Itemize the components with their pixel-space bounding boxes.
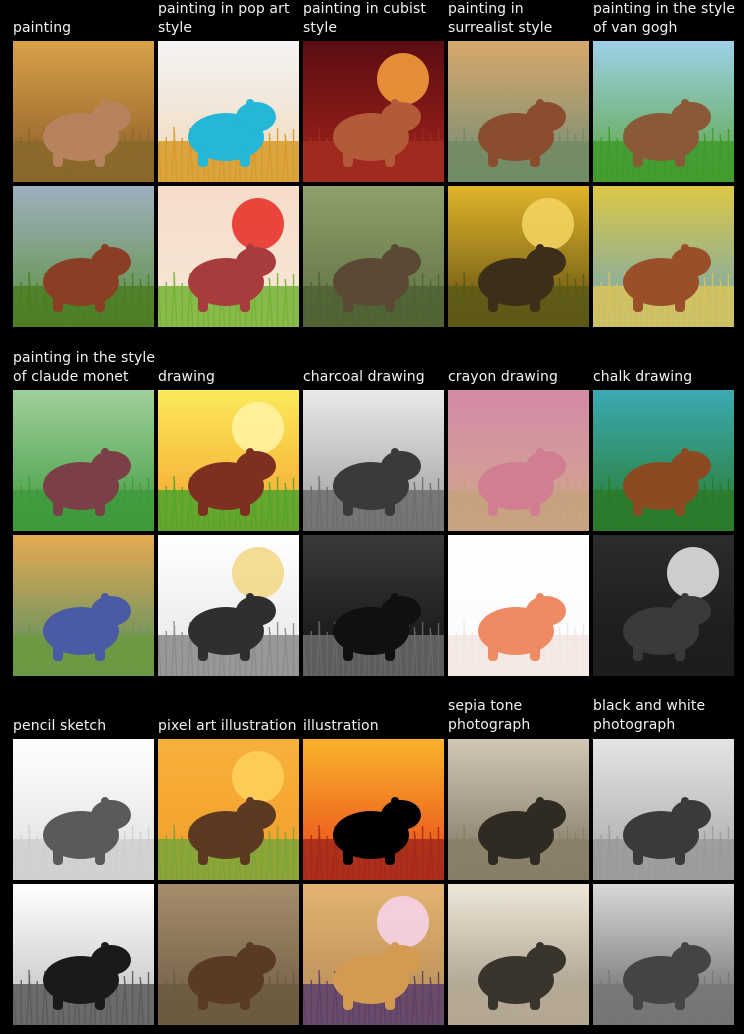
capybara-crayon-icon	[448, 535, 589, 676]
capybara-cubist-icon	[303, 186, 444, 327]
capybara-sepia-icon	[448, 739, 589, 880]
image-tile	[593, 390, 734, 531]
capybara-van-gogh-icon	[593, 41, 734, 182]
caption-pop-art: painting in pop art style	[158, 1, 290, 36]
image-tile	[158, 41, 299, 182]
image-tile	[303, 186, 444, 327]
sun-shape	[377, 53, 429, 105]
capybara-cubist-icon	[303, 41, 444, 182]
caption-crayon: crayon drawing	[448, 369, 558, 385]
capybara-van-gogh-icon	[593, 186, 734, 327]
caption-cubist: painting in cubist style	[303, 1, 426, 36]
caption-chalk: chalk drawing	[593, 369, 693, 385]
image-tile	[448, 739, 589, 880]
capybara-charcoal-icon	[303, 390, 444, 531]
capybara-charcoal-icon	[303, 535, 444, 676]
image-tile	[303, 41, 444, 182]
capybara-bw-icon	[593, 739, 734, 880]
image-tile	[158, 390, 299, 531]
sun-shape	[522, 198, 574, 250]
image-tile	[448, 390, 589, 531]
capybara-chalk-icon	[593, 390, 734, 531]
sun-shape	[232, 751, 284, 803]
caption-painting: painting	[13, 20, 72, 36]
capybara-drawing-icon	[158, 390, 299, 531]
capybara-crayon-icon	[448, 390, 589, 531]
sun-shape	[232, 198, 284, 250]
image-tile	[303, 535, 444, 676]
capybara-painting-icon	[13, 41, 154, 182]
caption-van-gogh: painting in the style of van gogh	[593, 1, 736, 36]
image-tile	[593, 884, 734, 1025]
image-tile	[13, 535, 154, 676]
image-tile	[448, 535, 589, 676]
image-tile	[13, 41, 154, 182]
sun-shape	[667, 547, 719, 599]
image-tile	[593, 535, 734, 676]
capybara-pop-art-icon	[158, 186, 299, 327]
image-tile	[158, 186, 299, 327]
capybara-pixel-art-icon	[158, 884, 299, 1025]
capybara-pixel-art-icon	[158, 739, 299, 880]
image-tile	[593, 41, 734, 182]
caption-illustration: illustration	[303, 718, 379, 734]
capybara-pencil-icon	[13, 884, 154, 1025]
image-tile	[13, 186, 154, 327]
image-tile	[13, 739, 154, 880]
image-tile	[303, 884, 444, 1025]
caption-surrealist: painting in surrealist style	[448, 1, 553, 36]
capybara-drawing-icon	[158, 535, 299, 676]
image-tile	[448, 186, 589, 327]
image-tile	[593, 739, 734, 880]
image-tile	[13, 884, 154, 1025]
sun-shape	[232, 547, 284, 599]
capybara-pop-art-icon	[158, 41, 299, 182]
capybara-chalk-icon	[593, 535, 734, 676]
capybara-sepia-icon	[448, 884, 589, 1025]
caption-claude-monet: painting in the style of claude monet	[13, 350, 156, 385]
capybara-illustration-icon	[303, 739, 444, 880]
caption-charcoal: charcoal drawing	[303, 369, 425, 385]
image-tile	[593, 186, 734, 327]
sun-shape	[377, 896, 429, 948]
caption-pixel-art: pixel art illustration	[158, 718, 297, 734]
caption-pencil-sketch: pencil sketch	[13, 718, 107, 734]
image-tile	[158, 884, 299, 1025]
capybara-painting-icon	[13, 186, 154, 327]
capybara-surrealist-icon	[448, 186, 589, 327]
image-tile	[303, 390, 444, 531]
capybara-surrealist-icon	[448, 41, 589, 182]
sun-shape	[232, 402, 284, 454]
image-tile	[158, 739, 299, 880]
capybara-illustration-icon	[303, 884, 444, 1025]
caption-black-and-white: black and white photograph	[593, 698, 706, 733]
image-tile	[158, 535, 299, 676]
caption-sepia: sepia tone photograph	[448, 698, 531, 733]
capybara-bw-icon	[593, 884, 734, 1025]
image-tile	[13, 390, 154, 531]
image-tile	[303, 739, 444, 880]
capybara-monet-icon	[13, 390, 154, 531]
capybara-pencil-icon	[13, 739, 154, 880]
image-tile	[448, 884, 589, 1025]
capybara-monet-icon	[13, 535, 154, 676]
caption-drawing: drawing	[158, 369, 216, 385]
image-tile	[448, 41, 589, 182]
